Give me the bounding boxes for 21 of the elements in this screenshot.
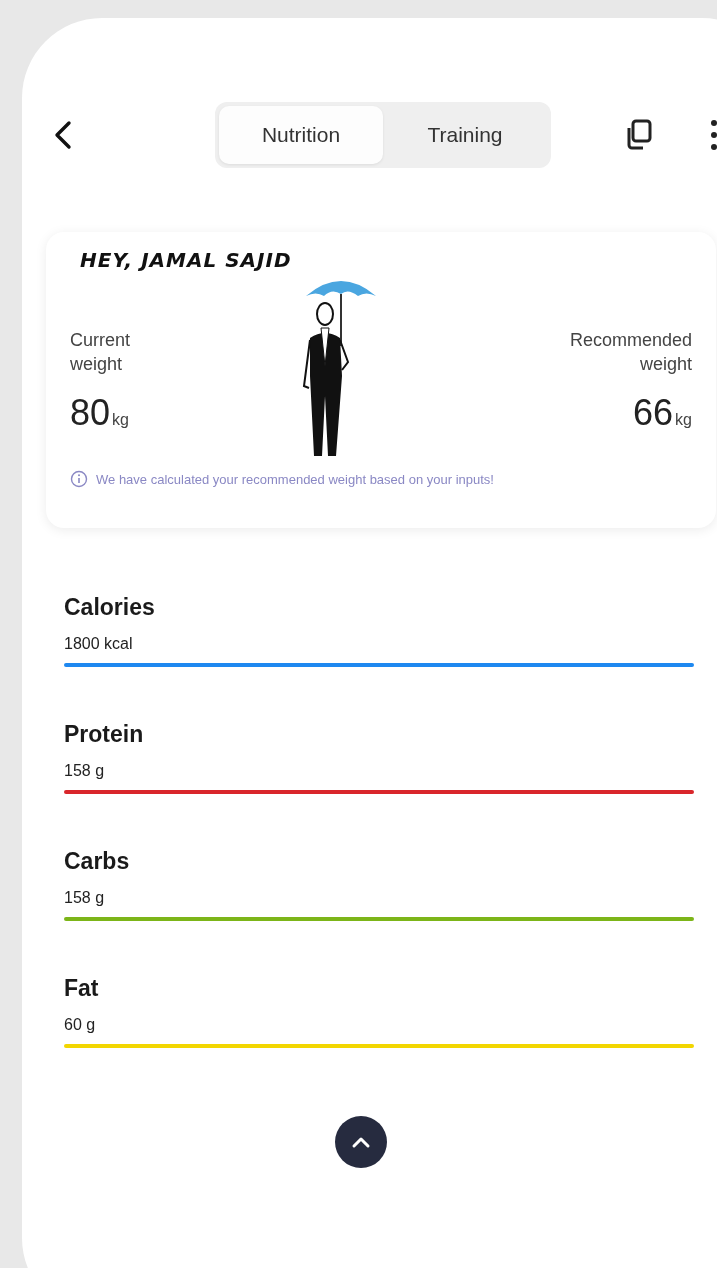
recommended-weight-label: Recommended weight [568, 329, 692, 376]
scroll-up-button[interactable] [334, 1116, 387, 1168]
nutrient-name: Protein [64, 721, 145, 748]
current-weight-label: Current weight [70, 329, 132, 376]
current-weight-value: 80 kg [70, 392, 130, 434]
nutrient-amount: 60 g [64, 1016, 97, 1034]
nutrient-amount: 158 g [64, 762, 106, 780]
greeting-text: HEY, JAMAL SAJID [80, 248, 293, 272]
tab[interactable]: Training [383, 106, 547, 164]
nutrient-amount: 158 g [64, 889, 106, 907]
nutrient-name: Carbs [64, 848, 131, 875]
chevron-up-icon [350, 1135, 371, 1149]
nutrient-amount: 1800 kcal [64, 635, 134, 653]
info-note: We have calculated your recommended weight based on your inputs! [96, 471, 494, 487]
back-icon[interactable] [52, 120, 74, 150]
nutrient-name: Fat [64, 975, 100, 1002]
nutrient-name: Calories [64, 594, 156, 621]
recommended-weight-value: 66 kg [632, 392, 692, 434]
tab[interactable]: Nutrition [219, 106, 383, 164]
more-options-icon[interactable] [710, 118, 717, 152]
info-icon [70, 470, 88, 488]
